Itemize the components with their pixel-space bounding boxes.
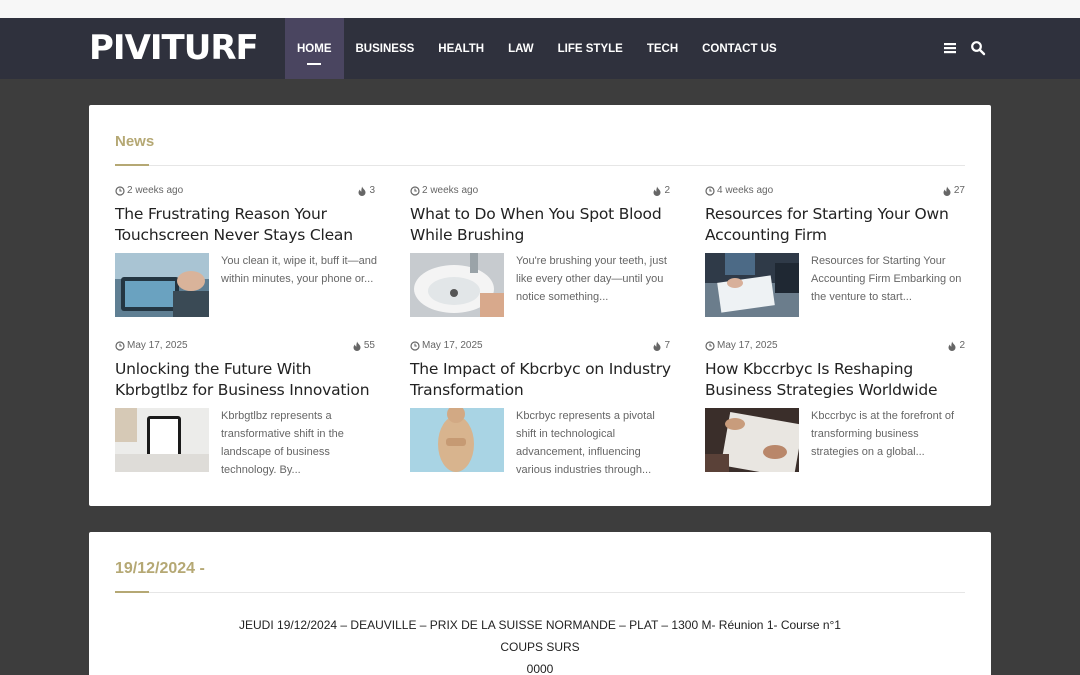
- date-section-title: 19/12/2024 -: [115, 560, 205, 577]
- site-logo[interactable]: PIVITURF: [89, 30, 259, 66]
- main-menu: HOME BUSINESS HEALTH LAW LIFE STYLE TECH…: [285, 18, 789, 79]
- post-meta: 2 weeks ago 3: [115, 185, 375, 199]
- menu-item-home[interactable]: HOME: [285, 18, 344, 79]
- title-divider: [115, 592, 965, 593]
- main-navbar: PIVITURF HOME BUSINESS HEALTH LAW LIFE S…: [0, 18, 1080, 79]
- fire-icon: [358, 186, 366, 196]
- post-thumbnail[interactable]: [115, 408, 209, 472]
- title-accent: [115, 591, 149, 593]
- title-divider: [115, 165, 965, 166]
- menu-item-health[interactable]: HEALTH: [426, 18, 496, 79]
- post-excerpt: Kbrbgtlbz represents a transformative sh…: [221, 410, 344, 476]
- fire-icon: [653, 186, 661, 196]
- nav-icons: [942, 40, 986, 56]
- post-date: May 17, 2025: [422, 340, 483, 351]
- top-strip: [0, 0, 1080, 18]
- post-views: 2: [664, 185, 670, 196]
- race-info: JEUDI 19/12/2024 – DEAUVILLE – PRIX DE L…: [89, 614, 991, 675]
- fire-icon: [943, 186, 951, 196]
- clock-icon: [705, 340, 715, 351]
- post-title[interactable]: How Kbccrbyc Is Reshaping Business Strat…: [705, 359, 967, 401]
- fire-icon: [353, 341, 361, 351]
- clock-icon: [410, 185, 420, 196]
- post-meta: May 17, 2025 7: [410, 340, 670, 354]
- post-meta: May 17, 2025 2: [705, 340, 965, 354]
- menu-item-contact[interactable]: CONTACT US: [690, 18, 789, 79]
- clock-icon: [705, 185, 715, 196]
- post-title[interactable]: The Frustrating Reason Your Touchscreen …: [115, 204, 377, 246]
- post-views: 7: [664, 340, 670, 351]
- post-thumbnail[interactable]: [410, 253, 504, 317]
- post-views: 3: [369, 185, 375, 196]
- post-date: 4 weeks ago: [717, 185, 774, 196]
- post-thumbnail[interactable]: [410, 408, 504, 472]
- post-thumbnail[interactable]: [705, 253, 799, 317]
- fire-icon: [948, 341, 956, 351]
- post-excerpt: You clean it, wipe it, buff it—and withi…: [221, 255, 377, 285]
- post-views: 2: [959, 340, 965, 351]
- post-thumbnail[interactable]: [705, 408, 799, 472]
- post-title[interactable]: What to Do When You Spot Blood While Bru…: [410, 204, 672, 246]
- post-views: 55: [363, 340, 375, 351]
- menu-item-lifestyle[interactable]: LIFE STYLE: [546, 18, 635, 79]
- fire-icon: [653, 341, 661, 351]
- race-numbers: 0000: [526, 662, 554, 675]
- menu-item-law[interactable]: LAW: [496, 18, 546, 79]
- post-thumbnail[interactable]: [115, 253, 209, 317]
- post-date: 2 weeks ago: [127, 185, 184, 196]
- post-meta: 4 weeks ago 27: [705, 185, 965, 199]
- post-date: 2 weeks ago: [422, 185, 479, 196]
- post-date: May 17, 2025: [127, 340, 188, 351]
- race-subtitle: COUPS SURS: [500, 640, 580, 654]
- clock-icon: [410, 340, 420, 351]
- post-excerpt: Kbccrbyc is at the forefront of transfor…: [811, 410, 955, 458]
- post-meta: May 17, 2025 55: [115, 340, 375, 354]
- post-views: 27: [953, 185, 965, 196]
- menu-item-business[interactable]: BUSINESS: [344, 18, 427, 79]
- search-icon[interactable]: [970, 40, 986, 56]
- news-section-title: News: [115, 133, 155, 150]
- post-title[interactable]: Resources for Starting Your Own Accounti…: [705, 204, 967, 246]
- race-line: JEUDI 19/12/2024 – DEAUVILLE – PRIX DE L…: [239, 618, 841, 632]
- clock-icon: [115, 340, 125, 351]
- title-accent: [115, 164, 149, 166]
- post-excerpt: You're brushing your teeth, just like ev…: [516, 255, 667, 303]
- menu-icon[interactable]: [942, 40, 958, 56]
- news-panel: News 2 weeks ago 3 The Frustrating Reaso…: [89, 105, 991, 506]
- menu-item-tech[interactable]: TECH: [635, 18, 690, 79]
- clock-icon: [115, 185, 125, 196]
- post-excerpt: Resources for Starting Your Accounting F…: [811, 255, 962, 303]
- date-panel: 19/12/2024 - JEUDI 19/12/2024 – DEAUVILL…: [89, 532, 991, 675]
- post-meta: 2 weeks ago 2: [410, 185, 670, 199]
- post-date: May 17, 2025: [717, 340, 778, 351]
- post-title[interactable]: Unlocking the Future With Kbrbgtlbz for …: [115, 359, 377, 401]
- post-excerpt: Kbcrbyc represents a pivotal shift in te…: [516, 410, 655, 476]
- post-title[interactable]: The Impact of Kbcrbyc on Industry Transf…: [410, 359, 672, 401]
